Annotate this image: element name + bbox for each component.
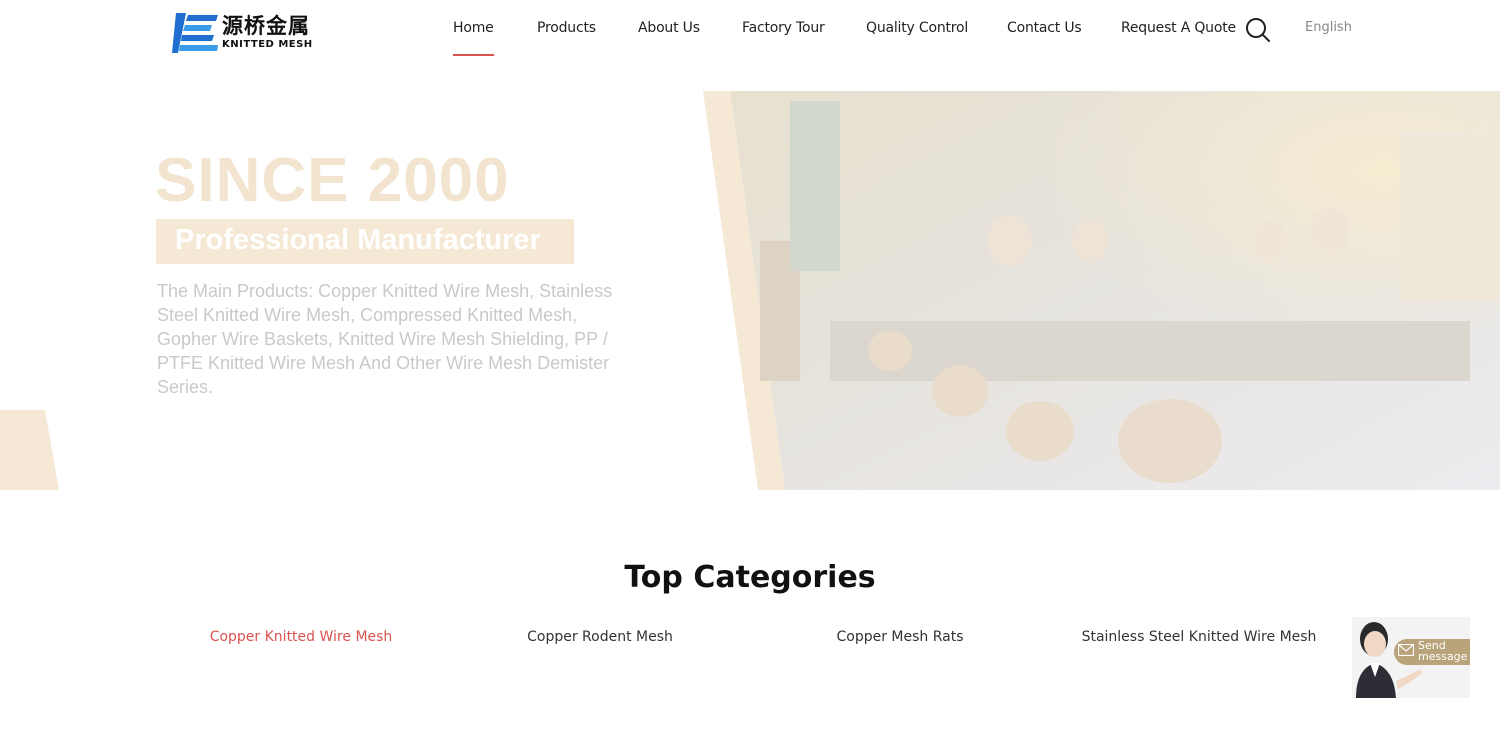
nav-about-us[interactable]: About Us <box>638 20 700 36</box>
nav-home[interactable]: Home <box>453 20 494 56</box>
category-copper-knitted-wire-mesh[interactable]: Copper Knitted Wire Mesh <box>210 629 393 645</box>
logo-english-text: KNITTED MESH <box>222 39 313 50</box>
logo-mark-icon <box>172 13 218 53</box>
nav-request-a-quote[interactable]: Request A Quote <box>1121 20 1236 36</box>
nav-products[interactable]: Products <box>537 20 596 36</box>
search-icon[interactable] <box>1245 17 1271 43</box>
site-logo[interactable]: 源桥金属 KNITTED MESH <box>172 12 324 54</box>
mail-icon <box>1398 644 1414 656</box>
banner-description: The Main Products: Copper Knitted Wire M… <box>157 281 613 397</box>
send-message-line2: message <box>1418 650 1468 663</box>
nav-factory-tour[interactable]: Factory Tour <box>742 20 825 36</box>
logo-chinese-text: 源桥金属 <box>222 14 310 38</box>
language-selector[interactable]: English <box>1305 20 1352 35</box>
category-copper-rodent-mesh[interactable]: Copper Rodent Mesh <box>527 629 673 645</box>
category-stainless-steel-knitted-wire-mesh[interactable]: Stainless Steel Knitted Wire Mesh <box>1082 629 1317 645</box>
banner-headline: SINCE 2000 <box>155 146 510 215</box>
nav-quality-control[interactable]: Quality Control <box>866 20 968 36</box>
category-copper-mesh-rats[interactable]: Copper Mesh Rats <box>836 629 963 645</box>
banner-tagline: Professional Manufacturer <box>175 224 541 256</box>
nav-contact-us[interactable]: Contact Us <box>1007 20 1082 36</box>
section-title: Top Categories <box>624 560 876 595</box>
send-message-widget[interactable]: Send message <box>1352 617 1470 698</box>
